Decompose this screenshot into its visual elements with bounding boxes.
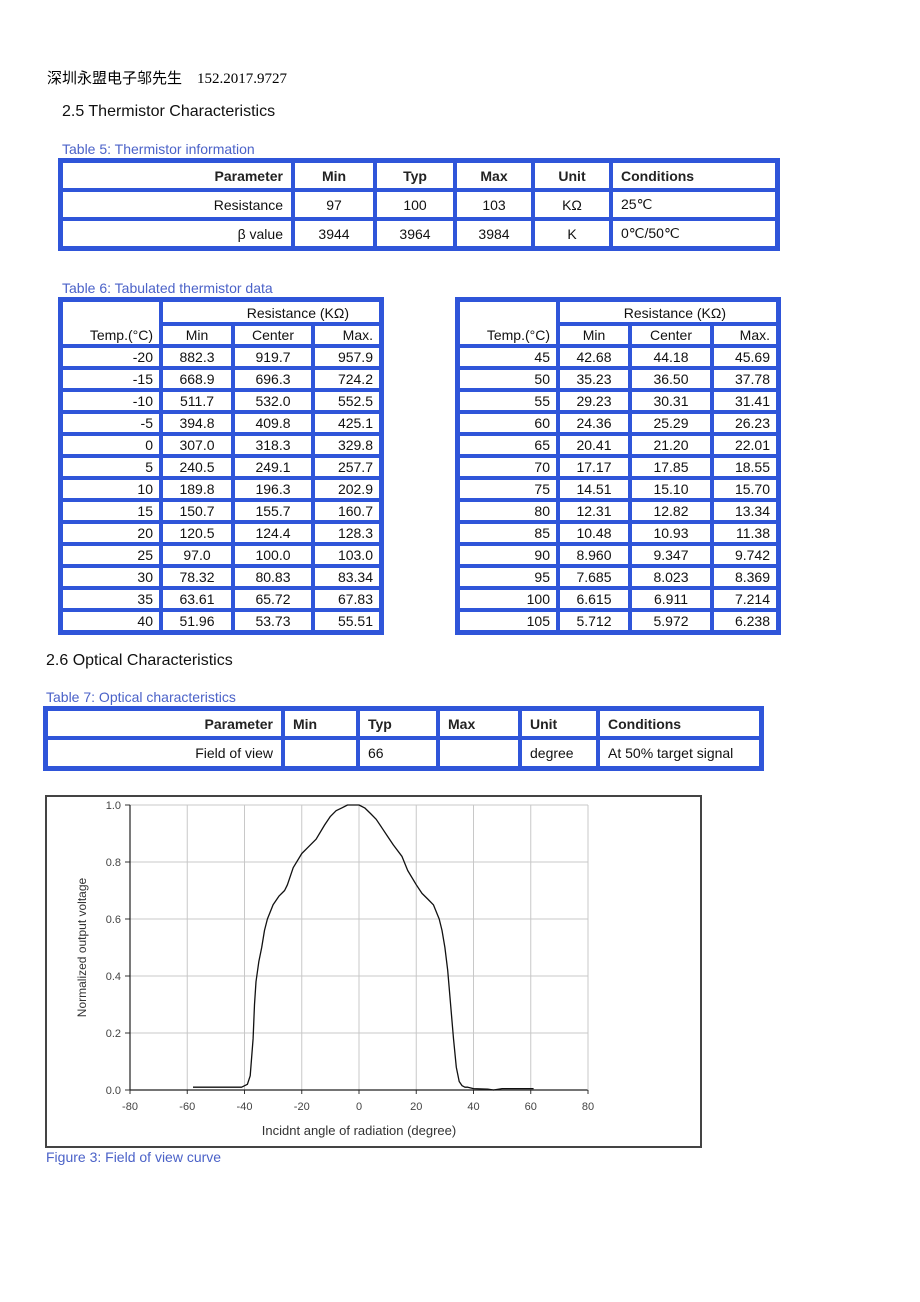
y-tick-label: 0.6 (106, 914, 121, 926)
y-tick-label: 0.4 (106, 971, 121, 983)
y-tick-label: 0.8 (106, 857, 121, 869)
y-tick-label: 0.2 (106, 1028, 121, 1040)
y-tick-label: 1.0 (106, 800, 121, 812)
y-tick-label: 0.0 (106, 1085, 121, 1097)
x-tick-label: -80 (122, 1101, 138, 1113)
x-tick-label: 80 (582, 1101, 594, 1113)
fov-chart: -80 -60 -40 -20 0 20 40 60 80 0.0 0.2 0.4 0.6 0.8 1.0 I… (75, 800, 594, 1138)
x-axis-label: Incidnt angle of radiation (degree) (262, 1123, 456, 1138)
x-tick-label: 0 (356, 1101, 362, 1113)
x-tick-label: -40 (237, 1101, 253, 1113)
figure-caption: Figure 3: Field of view curve (46, 1149, 222, 1165)
x-tick-label: 60 (525, 1101, 537, 1113)
x-tick-label: -60 (179, 1101, 195, 1113)
x-tick-label: -20 (294, 1101, 310, 1113)
x-tick-label: 40 (467, 1101, 479, 1113)
x-tick-label: 20 (410, 1101, 422, 1113)
y-axis-label: Normalized output voltage (75, 877, 89, 1017)
